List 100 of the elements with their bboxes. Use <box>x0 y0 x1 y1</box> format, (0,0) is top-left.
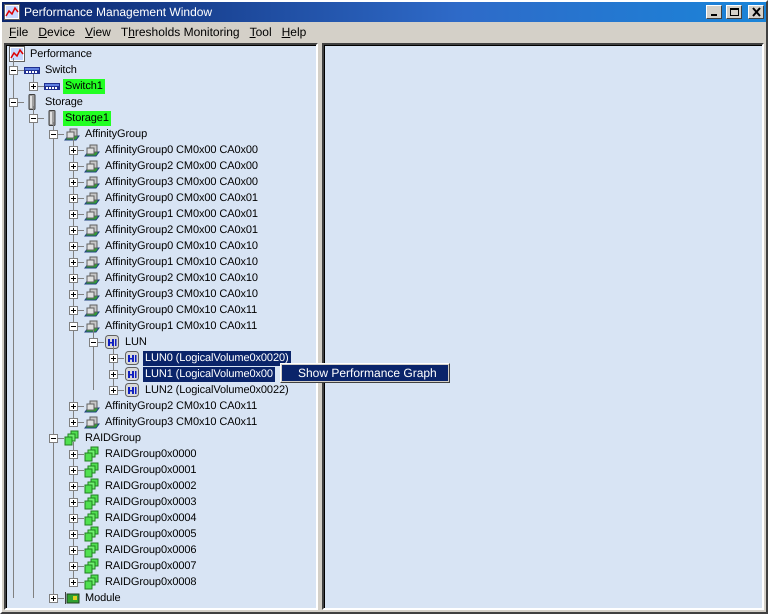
tree-item[interactable]: AffinityGroup2 CM0x00 CA0x00 <box>103 158 260 174</box>
tree-item[interactable]: AffinityGroup3 CM0x10 CA0x10 <box>103 286 260 302</box>
expand-icon[interactable] <box>69 210 78 218</box>
menu-item[interactable]: Help <box>276 22 312 40</box>
tree-item[interactable]: RAIDGroup0x0006 <box>103 542 198 558</box>
expand-icon[interactable] <box>29 82 38 90</box>
tree-item[interactable]: RAIDGroup0x0000 <box>103 446 198 462</box>
expand-icon[interactable] <box>69 466 78 474</box>
cubes-icon <box>84 542 100 558</box>
disk-group-icon <box>84 286 100 302</box>
expand-icon[interactable] <box>109 370 118 378</box>
collapse-icon[interactable] <box>49 434 58 442</box>
menu-item[interactable]: View <box>80 22 116 40</box>
disk-group-icon <box>84 206 100 222</box>
tree-item[interactable]: RAIDGroup0x0001 <box>103 462 198 478</box>
tree-item[interactable]: Switch1 <box>63 78 105 94</box>
expand-icon[interactable] <box>69 226 78 234</box>
tree-item[interactable]: Switch <box>43 62 79 78</box>
tree-item[interactable]: LUN1 (LogicalVolume0x00 <box>143 366 275 382</box>
expand-icon[interactable] <box>69 498 78 506</box>
expand-icon[interactable] <box>69 178 78 186</box>
cubes-icon <box>84 558 100 574</box>
collapse-icon[interactable] <box>9 98 18 106</box>
collapse-icon[interactable] <box>9 66 18 74</box>
disk-group-icon <box>84 270 100 286</box>
tree-item[interactable]: RAIDGroup0x0004 <box>103 510 198 526</box>
cubes-icon <box>84 510 100 526</box>
expand-icon[interactable] <box>69 194 78 202</box>
minimize-icon <box>711 14 717 16</box>
expand-icon[interactable] <box>69 530 78 538</box>
disk-group-icon <box>84 158 100 174</box>
tree-item[interactable]: Storage1 <box>63 110 111 126</box>
collapse-icon[interactable] <box>69 322 78 330</box>
expand-icon[interactable] <box>109 386 118 394</box>
expand-icon[interactable] <box>69 306 78 314</box>
disk-group-icon <box>84 318 100 334</box>
expand-icon[interactable] <box>109 354 118 362</box>
maximize-button[interactable] <box>726 5 742 19</box>
expand-icon[interactable] <box>69 146 78 154</box>
menu-item[interactable]: File <box>4 22 34 40</box>
expand-icon[interactable] <box>69 258 78 266</box>
maximize-icon <box>728 7 740 17</box>
tree-item[interactable]: AffinityGroup1 CM0x10 CA0x11 <box>103 318 260 334</box>
cubes-icon <box>64 430 80 446</box>
menu-item[interactable]: Device <box>33 22 80 40</box>
menu-item[interactable]: Tool <box>244 22 277 40</box>
window-title: Performance Management Window <box>24 4 214 21</box>
tree-item[interactable]: AffinityGroup2 CM0x10 CA0x11 <box>103 398 260 414</box>
tree-item[interactable]: AffinityGroup3 CM0x10 CA0x11 <box>103 414 260 430</box>
tree-item[interactable]: LUN <box>123 334 149 350</box>
tree-item[interactable]: AffinityGroup0 CM0x00 CA0x00 <box>103 142 260 158</box>
disk-group-icon <box>84 302 100 318</box>
minimize-button[interactable] <box>706 5 722 19</box>
disk-group-icon <box>84 254 100 270</box>
tree-item[interactable]: LUN2 (LogicalVolume0x0022) <box>143 382 291 398</box>
expand-icon[interactable] <box>69 546 78 554</box>
disk-group-icon <box>84 174 100 190</box>
tree-item[interactable]: AffinityGroup3 CM0x00 CA0x00 <box>103 174 260 190</box>
tree-item[interactable]: AffinityGroup2 CM0x00 CA0x01 <box>103 222 260 238</box>
expand-icon[interactable] <box>69 242 78 250</box>
expand-icon[interactable] <box>69 482 78 490</box>
tree-item[interactable]: RAIDGroup0x0008 <box>103 574 198 590</box>
tree-item[interactable]: LUN0 (LogicalVolume0x0020) <box>143 350 291 366</box>
expand-icon[interactable] <box>69 450 78 458</box>
expand-icon[interactable] <box>49 594 58 602</box>
expand-icon[interactable] <box>69 514 78 522</box>
expand-icon[interactable] <box>69 578 78 586</box>
close-button[interactable] <box>748 5 764 19</box>
circuit-board-icon <box>64 590 80 606</box>
menu-item[interactable]: Show Performance Graph <box>282 365 448 381</box>
tree-item[interactable]: AffinityGroup1 CM0x10 CA0x10 <box>103 254 260 270</box>
collapse-icon[interactable] <box>89 338 98 346</box>
expand-icon[interactable] <box>69 274 78 282</box>
cubes-icon <box>84 446 100 462</box>
tree-item[interactable]: AffinityGroup0 CM0x10 CA0x11 <box>103 302 260 318</box>
tree-item[interactable]: Storage <box>43 94 85 110</box>
tree-item[interactable]: AffinityGroup <box>83 126 150 142</box>
collapse-icon[interactable] <box>49 130 58 138</box>
tree-item[interactable]: RAIDGroup0x0005 <box>103 526 198 542</box>
expand-icon[interactable] <box>69 418 78 426</box>
tree-item[interactable]: AffinityGroup1 CM0x00 CA0x01 <box>103 206 260 222</box>
tree-item[interactable]: AffinityGroup0 CM0x00 CA0x01 <box>103 190 260 206</box>
menu-item[interactable]: Thresholds Monitoring <box>116 22 245 40</box>
disk-group-icon <box>84 414 100 430</box>
tree-item[interactable]: RAIDGroup0x0002 <box>103 478 198 494</box>
cubes-icon <box>84 462 100 478</box>
tree-item[interactable]: RAIDGroup0x0007 <box>103 558 198 574</box>
expand-icon[interactable] <box>69 290 78 298</box>
tree-item[interactable]: Module <box>83 590 122 606</box>
collapse-icon[interactable] <box>29 114 38 122</box>
tree-item[interactable]: Performance <box>28 46 94 62</box>
cubes-icon <box>84 574 100 590</box>
tree-item[interactable]: RAIDGroup <box>83 430 143 446</box>
tree-item[interactable]: AffinityGroup0 CM0x10 CA0x10 <box>103 238 260 254</box>
cubes-icon <box>84 494 100 510</box>
tree-item[interactable]: AffinityGroup2 CM0x10 CA0x10 <box>103 270 260 286</box>
tree-item[interactable]: RAIDGroup0x0003 <box>103 494 198 510</box>
expand-icon[interactable] <box>69 162 78 170</box>
expand-icon[interactable] <box>69 562 78 570</box>
expand-icon[interactable] <box>69 402 78 410</box>
